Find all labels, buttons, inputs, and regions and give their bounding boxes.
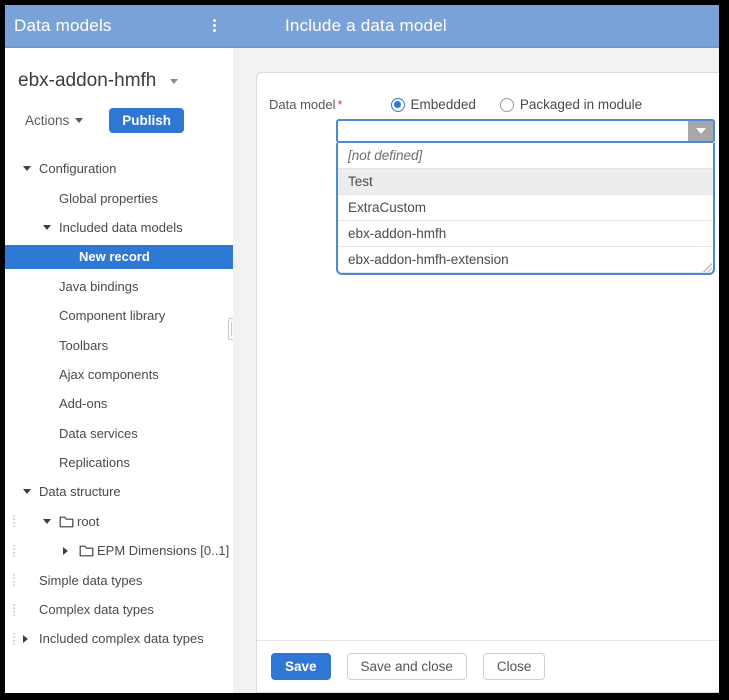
radio-icon — [500, 98, 514, 112]
radio-icon — [391, 98, 405, 112]
tree-item-toolbars[interactable]: Toolbars — [5, 330, 233, 359]
actions-menu-button[interactable]: Actions — [25, 113, 83, 128]
tree-item-ajax-components[interactable]: Ajax components — [5, 360, 233, 389]
tree-item-label: Data structure — [39, 484, 121, 499]
tree-item-label: Configuration — [39, 161, 116, 176]
folder-icon — [59, 515, 77, 528]
tree-item-label: EPM Dimensions [0..1] — [97, 543, 229, 558]
model-name: ebx-addon-hmfh — [18, 70, 156, 92]
combobox-dropdown-button[interactable] — [688, 121, 713, 141]
chevron-down-icon — [75, 118, 83, 123]
drag-grip-icon — [13, 604, 15, 616]
tree-item-root[interactable]: root — [5, 507, 233, 536]
form-footer: Save Save and close Close — [257, 640, 719, 692]
tree-item-label: Complex data types — [39, 602, 154, 617]
combobox-value — [338, 121, 688, 141]
tree-item-epm-dimensions-0-1[interactable]: EPM Dimensions [0..1] — [5, 536, 233, 565]
main-area: Data model * Embedded Packaged in module… — [233, 48, 719, 693]
dropdown-option-extracustom[interactable]: ExtraCustom — [338, 195, 713, 221]
tree-item-new-record[interactable]: New record — [5, 245, 233, 269]
tree-caret-icon — [23, 489, 39, 494]
tree-item-label: Java bindings — [59, 279, 139, 294]
tree-item-label: Add-ons — [59, 396, 107, 411]
required-marker: * — [337, 97, 342, 112]
tree-item-simple-data-types[interactable]: Simple data types — [5, 565, 233, 594]
tree-caret-icon — [23, 635, 39, 643]
tree-caret-icon — [23, 166, 39, 171]
tree-item-component-library[interactable]: Component library — [5, 301, 233, 330]
navigation-tree: Configuration Global properties Included… — [5, 154, 233, 654]
tree-caret-icon — [43, 519, 59, 524]
tree-item-label: Included data models — [59, 220, 183, 235]
drag-grip-icon — [13, 633, 15, 645]
radio-option-packaged-in-module[interactable]: Packaged in module — [500, 97, 642, 112]
chevron-down-icon — [170, 79, 178, 84]
tree-item-add-ons[interactable]: Add-ons — [5, 389, 233, 418]
pane-title-data-models: Data models — [14, 16, 112, 36]
tree-item-label: Toolbars — [59, 338, 108, 353]
save-and-close-button[interactable]: Save and close — [347, 653, 467, 680]
tree-item-label: Global properties — [59, 191, 158, 206]
tree-item-label: Data services — [59, 426, 138, 441]
tree-item-label: New record — [79, 249, 150, 264]
tree-item-label: Included complex data types — [39, 631, 204, 646]
publish-button[interactable]: Publish — [109, 108, 184, 133]
dropdown-option-not-defined[interactable]: [not defined] — [338, 143, 713, 169]
radio-label: Embedded — [411, 97, 476, 112]
dropdown-option-test[interactable]: Test — [338, 169, 713, 195]
tree-item-label: Ajax components — [59, 367, 159, 382]
tree-item-included-data-models[interactable]: Included data models — [5, 213, 233, 242]
radio-label: Packaged in module — [520, 97, 642, 112]
tree-item-configuration[interactable]: Configuration — [5, 154, 233, 183]
data-model-field-row: Data model * Embedded Packaged in module — [269, 97, 709, 112]
tree-caret-icon — [63, 547, 79, 555]
kebab-menu-icon[interactable] — [205, 16, 223, 36]
dropdown-option-ebx-addon-hmfh-extension[interactable]: ebx-addon-hmfh-extension — [338, 247, 713, 273]
resize-grip-icon[interactable] — [701, 261, 712, 272]
close-button[interactable]: Close — [483, 653, 546, 680]
model-selector[interactable]: ebx-addon-hmfh — [5, 48, 233, 92]
form-panel: Data model * Embedded Packaged in module… — [256, 72, 719, 693]
top-bar: Data models Include a data model — [5, 5, 719, 48]
actions-row: Actions Publish — [25, 108, 233, 133]
tree-item-label: root — [77, 514, 99, 529]
tree-item-complex-data-types[interactable]: Complex data types — [5, 595, 233, 624]
folder-icon — [79, 544, 97, 557]
radio-group: Embedded Packaged in module — [391, 97, 643, 112]
tree-item-label: Simple data types — [39, 573, 142, 588]
tree-item-global-properties[interactable]: Global properties — [5, 183, 233, 212]
field-label: Data model — [269, 97, 335, 112]
dropdown-option-ebx-addon-hmfh[interactable]: ebx-addon-hmfh — [338, 221, 713, 247]
tree-item-data-structure[interactable]: Data structure — [5, 477, 233, 506]
tree-item-label: Replications — [59, 455, 130, 470]
tree-caret-icon — [43, 225, 59, 230]
save-button[interactable]: Save — [271, 653, 331, 680]
page-title: Include a data model — [233, 16, 719, 36]
tree-item-replications[interactable]: Replications — [5, 448, 233, 477]
drag-grip-icon — [13, 574, 15, 586]
data-model-combobox[interactable] — [336, 119, 715, 143]
tree-item-included-complex-data-types[interactable]: Included complex data types — [5, 624, 233, 653]
tree-item-java-bindings[interactable]: Java bindings — [5, 272, 233, 301]
actions-label: Actions — [25, 113, 69, 128]
drag-grip-icon — [13, 545, 15, 557]
tree-item-label: Component library — [59, 308, 165, 323]
radio-option-embedded[interactable]: Embedded — [391, 97, 476, 112]
drag-grip-icon — [13, 515, 15, 527]
sidebar: ebx-addon-hmfh Actions Publish Configura… — [5, 48, 233, 693]
app-window: Data models Include a data model ebx-add… — [5, 5, 719, 693]
topbar-left-section: Data models — [5, 5, 233, 46]
dropdown-list: [not defined] Test ExtraCustom ebx-addon… — [336, 143, 715, 275]
chevron-down-icon — [696, 128, 706, 134]
tree-item-data-services[interactable]: Data services — [5, 419, 233, 448]
